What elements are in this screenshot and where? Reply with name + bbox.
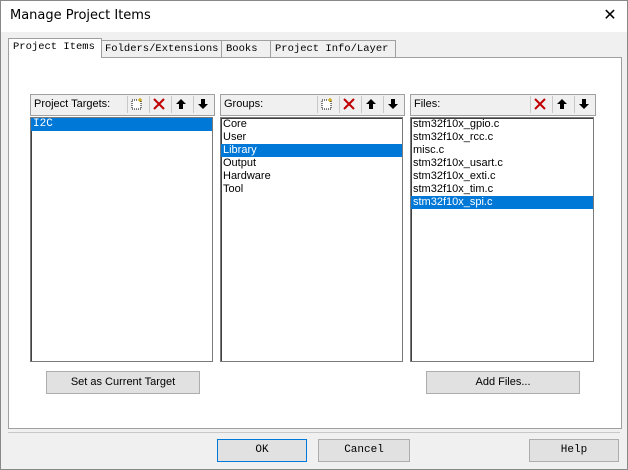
delete-file-icon[interactable]: [530, 96, 549, 113]
new-group-icon[interactable]: [317, 96, 336, 113]
files-label: Files:: [414, 98, 441, 110]
move-group-down-icon[interactable]: [383, 96, 402, 113]
groups-label: Groups:: [224, 98, 264, 110]
list-item-group[interactable]: Hardware: [221, 170, 402, 183]
delete-target-icon[interactable]: [149, 96, 168, 113]
move-group-up-icon[interactable]: [361, 96, 380, 113]
help-button[interactable]: Help: [529, 439, 619, 462]
list-item-file-selected[interactable]: stm32f10x_spi.c: [411, 196, 593, 209]
files-header: Files:: [410, 94, 596, 116]
list-item-group[interactable]: User: [221, 131, 402, 144]
list-item-file[interactable]: stm32f10x_usart.c: [411, 157, 593, 170]
list-item-group[interactable]: Core: [221, 118, 402, 131]
tab-project-items[interactable]: Project Items: [8, 38, 102, 58]
list-item-file[interactable]: stm32f10x_exti.c: [411, 170, 593, 183]
delete-group-icon[interactable]: [339, 96, 358, 113]
cancel-button[interactable]: Cancel: [318, 439, 410, 462]
list-item-group[interactable]: Tool: [221, 183, 402, 196]
list-item-group-selected[interactable]: Library: [221, 144, 402, 157]
list-item-file[interactable]: stm32f10x_rcc.c: [411, 131, 593, 144]
footer-separator: [8, 432, 620, 433]
title-bar: Manage Project Items ✕: [0, 0, 628, 32]
ok-button[interactable]: OK: [217, 439, 307, 462]
list-item-file[interactable]: misc.c: [411, 144, 593, 157]
move-file-up-icon[interactable]: [552, 96, 571, 113]
files-list[interactable]: stm32f10x_gpio.c stm32f10x_rcc.c misc.c …: [410, 117, 594, 362]
list-item-target-i2c[interactable]: I2C: [31, 118, 212, 131]
tab-folders-extensions[interactable]: Folders/Extensions: [100, 40, 223, 57]
move-target-down-icon[interactable]: [193, 96, 212, 113]
project-targets-list[interactable]: I2C: [30, 117, 213, 362]
window-title: Manage Project Items: [10, 8, 151, 23]
close-icon[interactable]: ✕: [598, 4, 622, 28]
project-targets-header: Project Targets:: [30, 94, 215, 116]
move-file-down-icon[interactable]: [574, 96, 593, 113]
groups-header: Groups:: [220, 94, 405, 116]
list-item-file[interactable]: stm32f10x_gpio.c: [411, 118, 593, 131]
groups-list[interactable]: Core User Library Output Hardware Tool: [220, 117, 403, 362]
add-files-button[interactable]: Add Files...: [426, 371, 580, 394]
list-item-group[interactable]: Output: [221, 157, 402, 170]
move-target-up-icon[interactable]: [171, 96, 190, 113]
set-current-target-button[interactable]: Set as Current Target: [46, 371, 200, 394]
tab-project-info-layer[interactable]: Project Info/Layer: [270, 40, 396, 57]
list-item-file[interactable]: stm32f10x_tim.c: [411, 183, 593, 196]
tab-books[interactable]: Books: [221, 40, 273, 57]
new-target-icon[interactable]: [127, 96, 146, 113]
project-targets-label: Project Targets:: [34, 98, 111, 110]
